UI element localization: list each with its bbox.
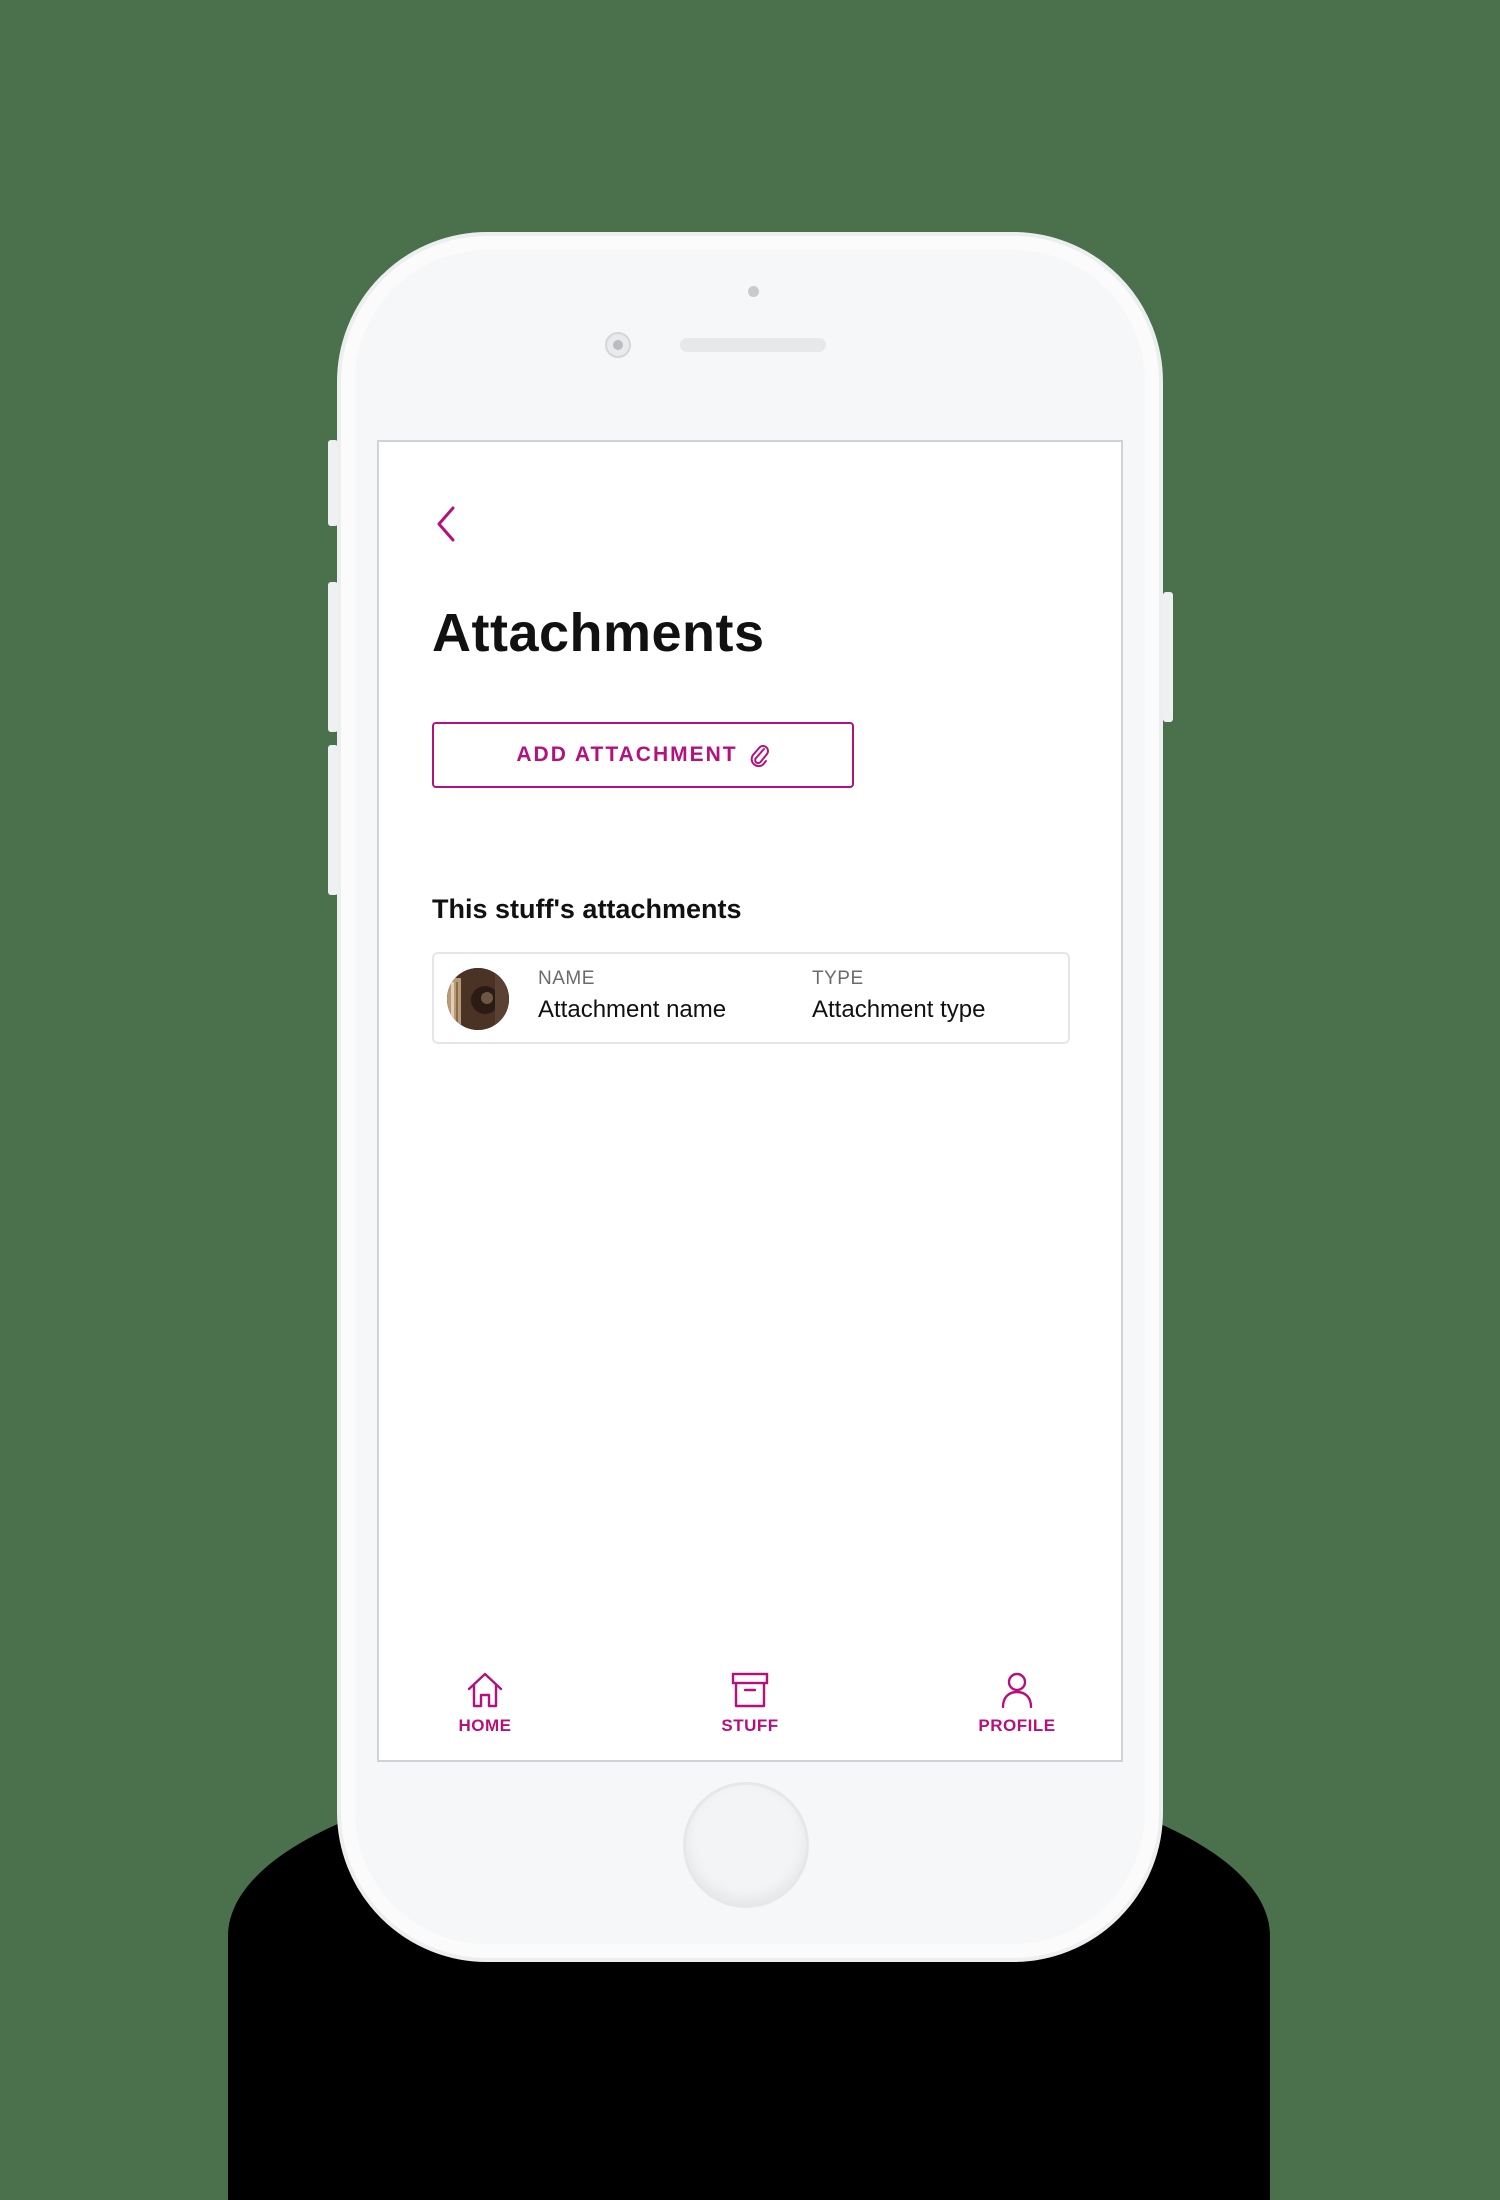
name-column: NAME Attachment name bbox=[538, 968, 726, 1024]
attachment-row[interactable]: NAME Attachment name TYPE Attachment typ… bbox=[432, 952, 1070, 1044]
proximity-sensor bbox=[748, 286, 759, 297]
type-column-label: TYPE bbox=[812, 968, 864, 989]
tab-stuff-label: STUFF bbox=[721, 1716, 779, 1735]
attachment-thumbnail bbox=[447, 968, 509, 1030]
section-title: This stuff's attachments bbox=[432, 894, 742, 924]
archive-box-icon bbox=[731, 1672, 769, 1708]
earpiece-speaker bbox=[680, 338, 826, 352]
page-title: Attachments bbox=[432, 603, 765, 663]
attachment-type: Attachment type bbox=[812, 996, 986, 1023]
app-screen: Attachments ADD ATTACHMENT This stuff's … bbox=[377, 440, 1123, 1762]
tab-home[interactable]: HOME bbox=[425, 1670, 545, 1736]
tab-home-label: HOME bbox=[458, 1716, 512, 1735]
front-camera bbox=[605, 332, 631, 358]
back-button[interactable] bbox=[431, 502, 461, 546]
add-attachment-label: ADD ATTACHMENT bbox=[516, 743, 738, 766]
device-home-button[interactable] bbox=[683, 1782, 809, 1908]
paperclip-icon bbox=[750, 745, 769, 767]
tab-stuff[interactable]: STUFF bbox=[690, 1670, 810, 1736]
user-icon bbox=[1001, 1672, 1033, 1709]
type-column: TYPE Attachment type bbox=[812, 968, 985, 1024]
power-button bbox=[1163, 592, 1173, 722]
bottom-tab-bar: HOME STUFF PROFILE bbox=[379, 1670, 1121, 1760]
name-column-label: NAME bbox=[538, 968, 595, 989]
home-icon bbox=[467, 1672, 503, 1708]
tab-profile[interactable]: PROFILE bbox=[957, 1670, 1077, 1736]
chevron-left-icon bbox=[437, 506, 455, 542]
tab-profile-label: PROFILE bbox=[978, 1716, 1056, 1735]
add-attachment-button[interactable]: ADD ATTACHMENT bbox=[432, 722, 854, 788]
attachment-name: Attachment name bbox=[538, 996, 727, 1023]
